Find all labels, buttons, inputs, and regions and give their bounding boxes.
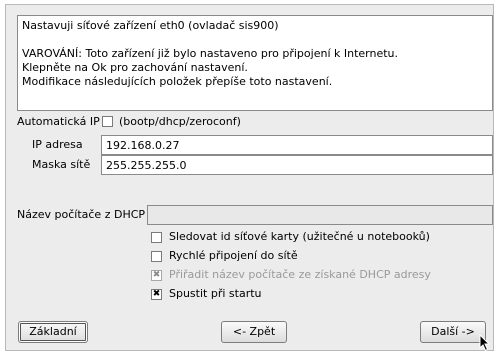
info-line-device: Nastavuji síťové zařízení eth0 (ovladač … [22, 19, 279, 32]
assign-hostname-checkbox[interactable]: ✖ [151, 270, 162, 281]
fast-connect-checkbox[interactable] [151, 251, 162, 262]
info-text-box: Nastavuji síťové zařízení eth0 (ovladač … [17, 15, 493, 111]
checkmark-icon: ✖ [152, 289, 161, 299]
track-card-id-checkbox[interactable] [151, 232, 162, 243]
mouse-pointer-icon [479, 334, 491, 352]
fast-connect-label: Rychlé připojení do sítě [169, 249, 298, 262]
track-card-id-label: Sledovat id síťové karty (užitečné u not… [169, 230, 430, 243]
netmask-input[interactable] [101, 155, 493, 175]
info-line-ok-hint: Klepněte na Ok pro zachování nastavení. [22, 61, 248, 74]
info-line-warning: VAROVÁNÍ: Toto zařízení již bylo nastave… [22, 47, 399, 60]
ip-address-input[interactable] [101, 135, 493, 155]
auto-ip-label: Automatická IP [17, 115, 100, 128]
start-on-boot-label: Spustit při startu [169, 287, 262, 300]
basic-button[interactable]: Základní [18, 321, 88, 343]
back-button[interactable]: <- Zpět [221, 321, 287, 343]
ip-address-label: IP adresa [32, 138, 83, 151]
dhcp-hostname-input[interactable] [147, 205, 493, 225]
start-on-boot-checkbox[interactable]: ✖ [151, 289, 162, 300]
auto-ip-hint: (bootp/dhcp/zeroconf) [119, 115, 241, 128]
network-setup-dialog: Nastavuji síťové zařízení eth0 (ovladač … [5, 4, 494, 351]
next-button[interactable]: Další -> [420, 321, 486, 343]
auto-ip-checkbox[interactable] [102, 116, 113, 127]
netmask-label: Maska sítě [32, 158, 91, 171]
info-line-modify-hint: Modifikace následujících položek přepíše… [22, 75, 333, 88]
checkmark-icon: ✖ [152, 270, 161, 280]
assign-hostname-label: Přiřadit název počítače ze získané DHCP … [169, 268, 431, 281]
dhcp-hostname-label: Název počítače z DHCP [17, 208, 146, 221]
